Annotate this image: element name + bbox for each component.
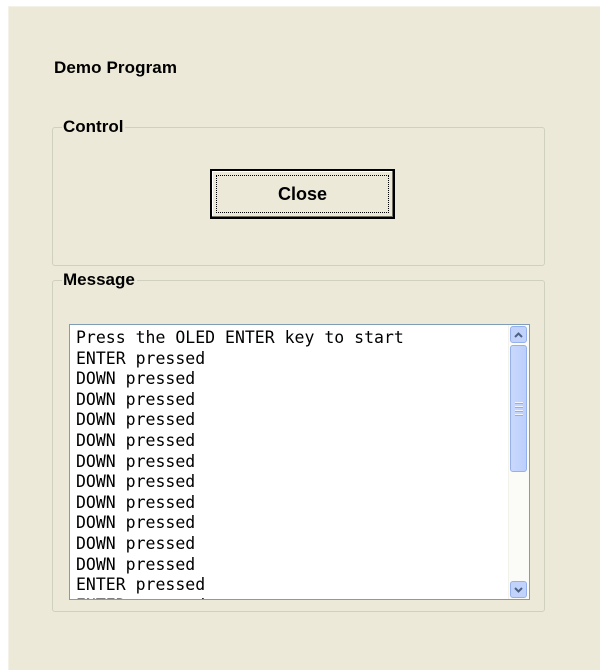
grip-line	[515, 402, 523, 404]
chevron-down-icon	[514, 586, 523, 593]
list-item[interactable]: DOWN pressed	[76, 410, 404, 431]
list-item[interactable]: DOWN pressed	[76, 555, 404, 576]
list-item[interactable]: DOWN pressed	[76, 452, 404, 473]
list-item[interactable]: Press the OLED ENTER key to start	[76, 328, 404, 349]
message-group-label: Message	[63, 270, 135, 289]
list-item[interactable]: DOWN pressed	[76, 369, 404, 390]
grip-line	[515, 410, 523, 412]
scroll-down-button[interactable]	[510, 581, 527, 598]
scroll-up-button[interactable]	[510, 326, 527, 343]
message-listbox[interactable]: Press the OLED ENTER key to start ENTER p…	[69, 324, 530, 600]
close-button-label: Close	[277, 183, 328, 204]
grip-line	[515, 406, 523, 408]
page-title: Demo Program	[54, 58, 178, 77]
list-item[interactable]: ENTER pressed	[76, 349, 404, 370]
chevron-up-icon	[514, 331, 523, 338]
list-item[interactable]: DOWN pressed	[76, 472, 404, 493]
message-list: Press the OLED ENTER key to start ENTER p…	[76, 328, 404, 599]
list-item[interactable]: DOWN pressed	[76, 390, 404, 411]
list-item[interactable]: DOWN pressed	[76, 534, 404, 555]
close-button[interactable]: Close	[210, 169, 395, 219]
list-item[interactable]: ENTER pressed	[76, 575, 404, 596]
grip-line	[515, 414, 523, 416]
control-group-label: Control	[63, 117, 124, 136]
list-item[interactable]: DOWN pressed	[76, 493, 404, 514]
scroll-thumb[interactable]	[510, 345, 527, 472]
list-item[interactable]: DOWN pressed	[76, 431, 404, 452]
list-item[interactable]: ENTER pressed	[76, 596, 404, 599]
list-item[interactable]: DOWN pressed	[76, 513, 404, 534]
vertical-scrollbar[interactable]	[508, 325, 529, 599]
